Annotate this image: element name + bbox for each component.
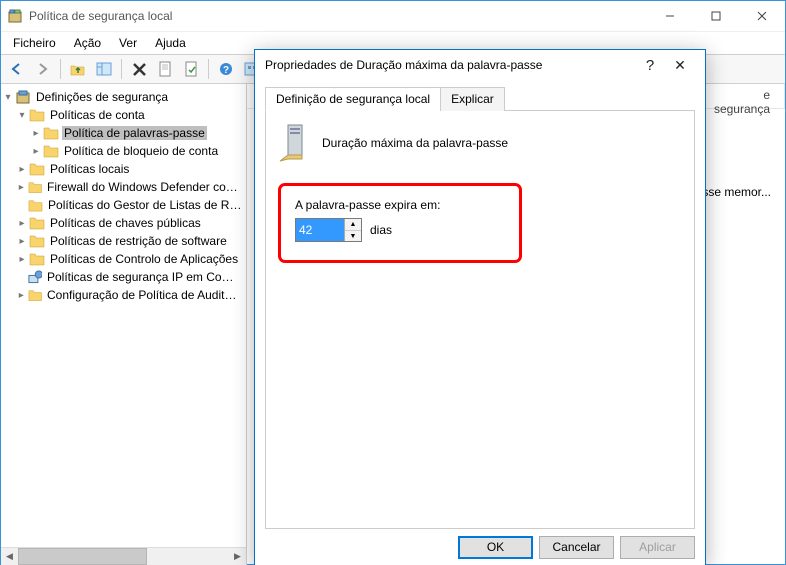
tree-label: Políticas locais xyxy=(48,162,131,176)
menu-acao[interactable]: Ação xyxy=(66,34,109,52)
collapse-icon[interactable]: ▾ xyxy=(1,92,15,103)
tree-item[interactable]: ▸ Políticas locais xyxy=(1,160,246,178)
tree-item[interactable]: ▸ Políticas de restrição de software xyxy=(1,232,246,250)
expand-icon[interactable]: ▸ xyxy=(29,128,43,139)
expand-icon[interactable]: ▸ xyxy=(15,254,29,265)
highlight-box: A palavra-passe expira em: ▲ ▼ dias xyxy=(278,183,522,263)
export-button[interactable] xyxy=(179,57,203,81)
menu-ver[interactable]: Ver xyxy=(111,34,145,52)
toolbar-separator xyxy=(121,59,122,79)
delete-button[interactable] xyxy=(127,57,151,81)
properties-button[interactable] xyxy=(153,57,177,81)
tree-label: Política de bloqueio de conta xyxy=(62,144,220,158)
expand-icon[interactable]: ▸ xyxy=(15,182,28,193)
dialog-close-button[interactable]: ✕ xyxy=(665,57,695,74)
tree-label: Política de palavras-passe xyxy=(62,126,207,140)
window-title: Política de segurança local xyxy=(29,9,647,23)
tree-item[interactable]: ▸ Firewall do Windows Defender com Segura… xyxy=(1,178,246,196)
column-security[interactable]: e segurança xyxy=(700,84,785,108)
policy-heading: Duração máxima da palavra-passe xyxy=(322,136,508,150)
tree-label: Políticas de chaves públicas xyxy=(48,216,203,230)
tree-label: Políticas de Controlo de Aplicações xyxy=(48,252,240,266)
forward-button[interactable] xyxy=(31,57,55,81)
collapse-icon[interactable]: ▾ xyxy=(15,110,29,121)
folder-icon xyxy=(29,215,45,231)
folder-icon xyxy=(29,107,45,123)
expand-icon[interactable]: ▸ xyxy=(15,218,29,229)
toolbar-separator xyxy=(208,59,209,79)
properties-dialog: Propriedades de Duração máxima da palavr… xyxy=(254,49,706,565)
tree-label: Políticas de segurança IP em Computador … xyxy=(45,270,244,284)
tab-explain[interactable]: Explicar xyxy=(440,87,505,111)
tree-label: Políticas de restrição de software xyxy=(48,234,229,248)
tree-label: Configuração de Política de Auditoria Av… xyxy=(45,288,244,302)
spin-up-button[interactable]: ▲ xyxy=(345,219,361,231)
app-icon xyxy=(7,8,23,24)
folder-icon xyxy=(28,179,42,195)
expand-icon[interactable]: ▸ xyxy=(15,290,28,301)
folder-icon xyxy=(29,251,45,267)
expand-icon[interactable]: ▸ xyxy=(29,146,43,157)
tree-label: Definições de segurança xyxy=(34,90,170,104)
tree-item[interactable]: Políticas do Gestor de Listas de Redes xyxy=(1,196,246,214)
menu-ajuda[interactable]: Ajuda xyxy=(147,34,194,52)
folder-icon xyxy=(43,125,59,141)
folder-icon xyxy=(29,161,45,177)
menu-ficheiro[interactable]: Ficheiro xyxy=(5,34,64,52)
dialog-title: Propriedades de Duração máxima da palavr… xyxy=(265,58,635,72)
expand-icon[interactable]: ▸ xyxy=(15,236,29,247)
main-window: Política de segurança local Ficheiro Açã… xyxy=(0,0,786,565)
security-root-icon xyxy=(15,89,31,105)
days-input[interactable] xyxy=(296,219,344,241)
maximize-button[interactable] xyxy=(693,1,739,31)
folder-icon xyxy=(43,143,59,159)
tree-item[interactable]: Políticas de segurança IP em Computador … xyxy=(1,268,246,286)
close-button[interactable] xyxy=(739,1,785,31)
tree-item[interactable]: ▸ Política de bloqueio de conta xyxy=(1,142,246,160)
tree-item[interactable]: ▾ Políticas de conta xyxy=(1,106,246,124)
svg-text:?: ? xyxy=(223,65,229,76)
days-unit: dias xyxy=(370,223,392,237)
dialog-help-button[interactable]: ? xyxy=(635,57,665,74)
minimize-button[interactable] xyxy=(647,1,693,31)
tree-item[interactable]: ▸ Políticas de chaves públicas xyxy=(1,214,246,232)
expand-icon[interactable]: ▸ xyxy=(15,164,29,175)
dialog-buttons: OK Cancelar Aplicar xyxy=(255,529,705,565)
scroll-right-button[interactable]: ▶ xyxy=(229,548,246,565)
tree-item[interactable]: ▸ Configuração de Política de Auditoria A… xyxy=(1,286,246,304)
tree-item[interactable]: ▸ Políticas de Controlo de Aplicações xyxy=(1,250,246,268)
tree-label: Firewall do Windows Defender com Seguran… xyxy=(45,180,244,194)
ok-button[interactable]: OK xyxy=(458,536,533,559)
back-button[interactable] xyxy=(5,57,29,81)
help-button[interactable]: ? xyxy=(214,57,238,81)
server-icon xyxy=(278,123,310,163)
folder-icon xyxy=(28,197,43,213)
show-tree-button[interactable] xyxy=(92,57,116,81)
apply-button[interactable]: Aplicar xyxy=(620,536,695,559)
tab-page: Duração máxima da palavra-passe A palavr… xyxy=(265,111,695,529)
cancel-button[interactable]: Cancelar xyxy=(539,536,614,559)
tree-root[interactable]: ▾ Definições de segurança xyxy=(1,88,246,106)
dialog-titlebar: Propriedades de Duração máxima da palavr… xyxy=(255,50,705,80)
days-spinner: ▲ ▼ xyxy=(295,218,362,242)
tree-label: Políticas de conta xyxy=(48,108,147,122)
tree-pane[interactable]: ▾ Definições de segurança ▾ Políticas de… xyxy=(1,84,247,565)
tree-label: Políticas do Gestor de Listas de Redes xyxy=(46,198,244,212)
tree-hscroll[interactable]: ◀ ▶ xyxy=(1,547,246,565)
folder-icon xyxy=(28,287,42,303)
up-folder-button[interactable] xyxy=(66,57,90,81)
tree-item[interactable]: ▸ Política de palavras-passe xyxy=(1,124,246,142)
ip-policy-icon xyxy=(28,269,42,285)
titlebar: Política de segurança local xyxy=(1,1,785,32)
tab-definition[interactable]: Definição de segurança local xyxy=(265,87,441,111)
scroll-left-button[interactable]: ◀ xyxy=(1,548,18,565)
dialog-tabs: Definição de segurança local Explicar xyxy=(265,86,695,111)
folder-icon xyxy=(29,233,45,249)
expire-label: A palavra-passe expira em: xyxy=(295,198,505,212)
spin-down-button[interactable]: ▼ xyxy=(345,231,361,242)
toolbar-separator xyxy=(60,59,61,79)
